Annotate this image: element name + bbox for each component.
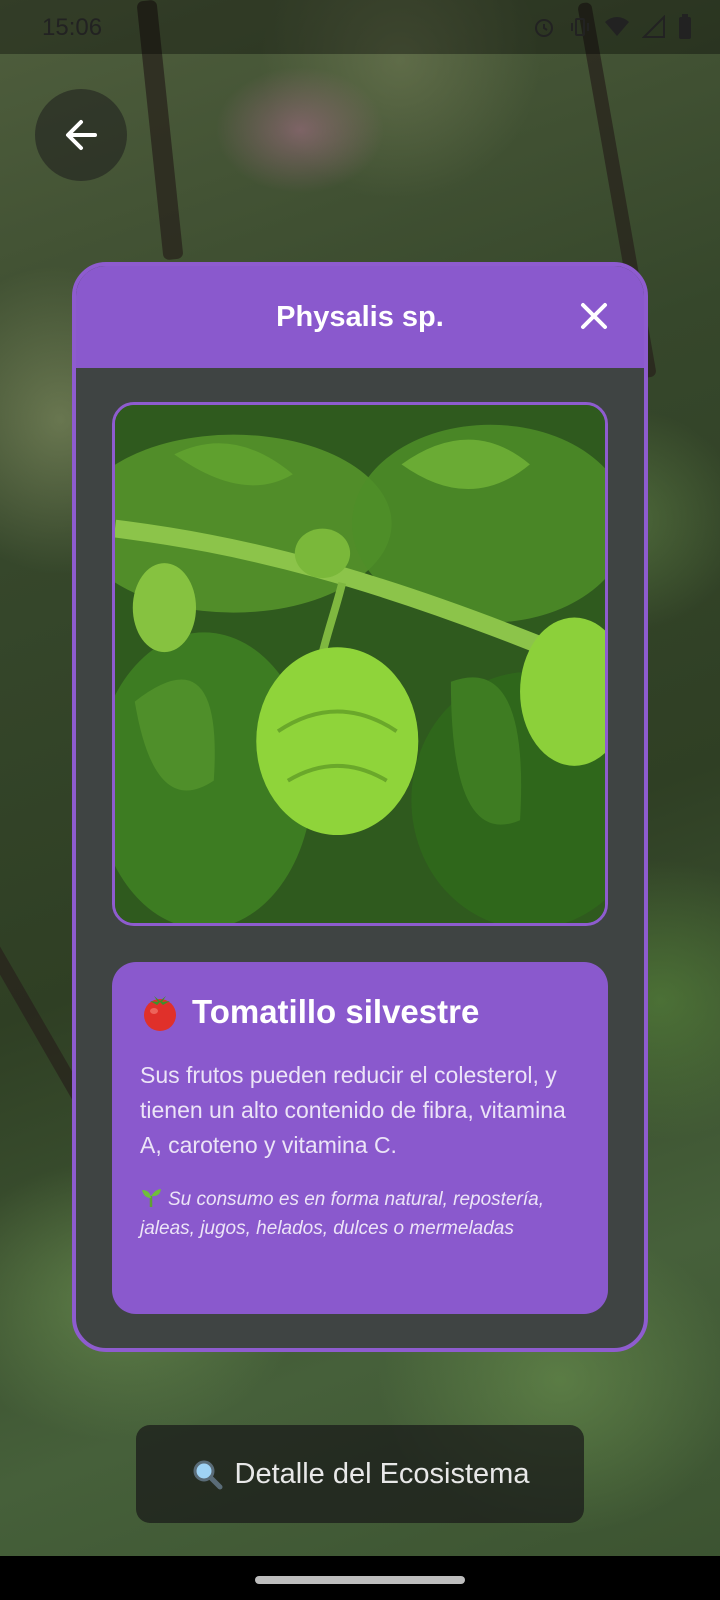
status-time: 15:06 — [42, 14, 103, 41]
vibrate-icon — [571, 18, 589, 36]
info-card: Tomatillo silvestre Sus frutos pueden re… — [112, 962, 608, 1314]
arrow-left-icon — [66, 120, 97, 150]
system-nav-bar — [0, 1556, 720, 1600]
ecosystem-detail-button[interactable]: Detalle del Ecosistema — [136, 1425, 584, 1523]
usage-note: Su consumo es en forma natural, reposter… — [140, 1185, 580, 1243]
plant-detail-modal: Physalis sp. Tomatillo silvestre Sus fru… — [72, 262, 648, 1352]
sprout-icon — [142, 1189, 161, 1207]
status-bar: 15:06 — [0, 0, 720, 54]
status-icons — [532, 14, 692, 40]
plant-description: Sus frutos pueden reducir el colesterol,… — [140, 1062, 566, 1158]
back-button[interactable] — [35, 89, 127, 181]
plant-photo — [112, 402, 608, 926]
close-icon — [581, 303, 607, 329]
signal-icon — [642, 15, 665, 38]
usage-note-text: Su consumo es en forma natural, reposter… — [140, 1189, 544, 1239]
modal-header: Physalis sp. — [76, 266, 644, 368]
modal-title: Physalis sp. — [276, 300, 444, 333]
close-button[interactable] — [578, 300, 610, 332]
info-title-row: Tomatillo silvestre — [140, 992, 580, 1032]
plant-common-name: Tomatillo silvestre — [192, 993, 480, 1030]
ecosystem-detail-label: Detalle del Ecosistema — [234, 1457, 530, 1490]
wifi-icon — [605, 17, 629, 36]
home-gesture-bar[interactable] — [255, 1576, 465, 1584]
battery-icon — [679, 14, 691, 39]
alarm-icon — [535, 19, 553, 37]
tomato-icon — [144, 996, 176, 1031]
search-icon — [193, 1460, 222, 1490]
